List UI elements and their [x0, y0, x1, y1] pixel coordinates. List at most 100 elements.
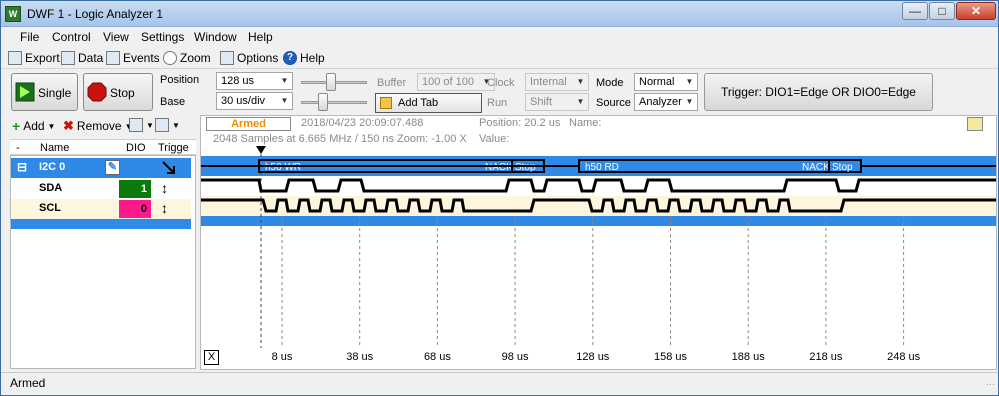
close-button[interactable]: ✕	[956, 2, 996, 20]
chevron-down-icon: ▼	[146, 120, 154, 130]
status-text: Armed	[10, 376, 46, 390]
edit-channel-button[interactable]: ▼	[129, 118, 154, 132]
plus-icon: +	[12, 118, 21, 134]
source-label: Source	[596, 97, 631, 109]
time-tick-label: 248 us	[887, 351, 921, 363]
time-tick-label: 38 us	[346, 351, 373, 363]
status-bar: Armed ⋯	[1, 372, 998, 395]
acquisition-timestamp: 2018/04/23 20:09:07.488	[301, 117, 424, 129]
chevron-down-icon: ▼	[576, 77, 585, 86]
trigger-position-marker[interactable]	[256, 146, 266, 154]
chevron-down-icon: ▼	[47, 121, 56, 131]
frame-nack: NACK	[485, 162, 513, 173]
pencil-icon[interactable]: ✎	[105, 160, 120, 175]
title-bar: W DWF 1 - Logic Analyzer 1 — □ ✕	[1, 1, 998, 27]
frame-nack: NACK	[802, 162, 830, 173]
plot-area[interactable]: 8 us 38 us 68 us 98 us 128 us 158 us 188 us 218…	[200, 115, 997, 370]
logic-analyzer-window: W DWF 1 - Logic Analyzer 1 — □ ✕ File Co…	[0, 0, 999, 396]
mode-label: Mode	[596, 77, 624, 89]
stop-button[interactable]: Stop	[83, 73, 153, 111]
base-input[interactable]: 30 us/div ▼	[216, 92, 293, 110]
channel-row-selection[interactable]	[11, 219, 191, 229]
add-channel-button[interactable]: + Add ▼	[12, 118, 55, 134]
waveform-canvas[interactable]: 8 us 38 us 68 us 98 us 128 us 158 us 188 us 218…	[201, 116, 996, 369]
acquisition-state: Armed	[206, 117, 291, 131]
selected-band	[201, 216, 996, 226]
collapse-icon[interactable]: ⊟	[17, 160, 27, 174]
events-button[interactable]: Events	[106, 51, 160, 65]
maximize-button[interactable]: □	[929, 2, 955, 20]
help-label: Help	[300, 51, 325, 65]
edit-icon	[129, 118, 143, 132]
col-trigger[interactable]: Trigge	[158, 142, 189, 154]
menu-settings[interactable]: Settings	[141, 30, 184, 44]
trigger-button[interactable]: Trigger: DIO1=Edge OR DIO0=Edge	[704, 73, 933, 111]
buffer-label: Buffer	[377, 77, 407, 89]
close-x-button[interactable]: X	[204, 350, 219, 365]
dio-index: 0	[119, 200, 151, 218]
base-label: Base	[160, 96, 186, 108]
channel-row-scl[interactable]: SCL 0 ↕	[11, 199, 191, 219]
single-run-icon	[15, 82, 35, 102]
menu-control[interactable]: Control	[52, 30, 91, 44]
zoom-label: Zoom	[180, 51, 211, 65]
buffer-select[interactable]: 100 of 100 ▼	[417, 73, 495, 91]
magnifier-icon	[163, 51, 177, 65]
settings-icon[interactable]	[967, 117, 983, 131]
data-button[interactable]: Data	[61, 51, 103, 65]
mode-value: Normal	[639, 76, 675, 88]
frame-stop: Stop	[515, 162, 536, 173]
mode-select[interactable]: Normal ▼	[634, 73, 698, 91]
chevron-down-icon[interactable]: ▼	[277, 73, 292, 89]
base-value: 30 us/div	[221, 95, 266, 107]
options-icon	[220, 51, 234, 65]
base-slider-track	[301, 101, 367, 104]
position-input[interactable]: 128 us ▼	[216, 72, 293, 90]
remove-channel-button[interactable]: ✖ Remove ▼	[63, 118, 133, 134]
col-name[interactable]: Name	[40, 142, 69, 154]
channel-row-sda[interactable]: SDA 1 ↕	[11, 179, 191, 199]
edge-trigger-icon[interactable]: ↕	[161, 180, 168, 196]
data-label: Data	[78, 51, 104, 65]
channel-settings-button[interactable]: ▼	[155, 118, 180, 132]
channel-name: SDA	[39, 182, 63, 194]
help-button[interactable]: ? Help	[283, 51, 325, 65]
menu-view[interactable]: View	[103, 30, 129, 44]
chevron-down-icon[interactable]: ▼	[682, 74, 697, 90]
options-button[interactable]: Options	[220, 51, 278, 65]
export-button[interactable]: Export	[8, 51, 60, 65]
trigger-arrow-icon[interactable]	[161, 160, 177, 176]
menu-window[interactable]: Window	[194, 30, 237, 44]
menu-help[interactable]: Help	[248, 30, 273, 44]
single-button[interactable]: Single	[11, 73, 78, 111]
add-tab-button[interactable]: Add Tab	[375, 93, 482, 113]
help-icon: ?	[283, 51, 297, 65]
resize-grip-icon[interactable]: ⋯	[986, 379, 995, 390]
base-slider[interactable]	[301, 92, 367, 112]
clock-select[interactable]: Internal ▼	[525, 73, 589, 91]
chevron-down-icon[interactable]: ▼	[277, 93, 292, 109]
channel-row-i2c[interactable]: ⊟ I2C 0 ✎	[11, 158, 191, 178]
position-slider[interactable]	[301, 72, 367, 92]
run-select[interactable]: Shift ▼	[525, 93, 589, 111]
base-slider-thumb[interactable]	[318, 93, 328, 111]
edge-trigger-icon[interactable]: ↕	[161, 200, 168, 216]
add-tab-label: Add Tab	[398, 97, 439, 109]
app-icon: W	[5, 6, 21, 22]
chevron-down-icon: ▼	[172, 120, 180, 130]
position-label: Position	[160, 74, 200, 86]
channel-name: SCL	[39, 202, 61, 214]
time-tick-label: 68 us	[424, 351, 451, 363]
menu-bar: File Control View Settings Window Help	[1, 27, 998, 47]
minimize-button[interactable]: —	[902, 2, 928, 20]
source-select[interactable]: Analyzer ▼	[634, 93, 698, 111]
time-tick-label: 188 us	[732, 351, 766, 363]
menu-file[interactable]: File	[20, 30, 39, 44]
chevron-down-icon[interactable]: ▼	[682, 94, 697, 110]
col-dio[interactable]: DIO	[126, 142, 146, 154]
sample-info: 2048 Samples at 6.665 MHz / 150 ns Zoom:…	[213, 133, 467, 145]
remove-label: Remove	[76, 119, 122, 133]
frame-address: h50 WR	[265, 162, 301, 173]
position-slider-thumb[interactable]	[326, 73, 336, 91]
zoom-button[interactable]: Zoom	[163, 51, 211, 65]
